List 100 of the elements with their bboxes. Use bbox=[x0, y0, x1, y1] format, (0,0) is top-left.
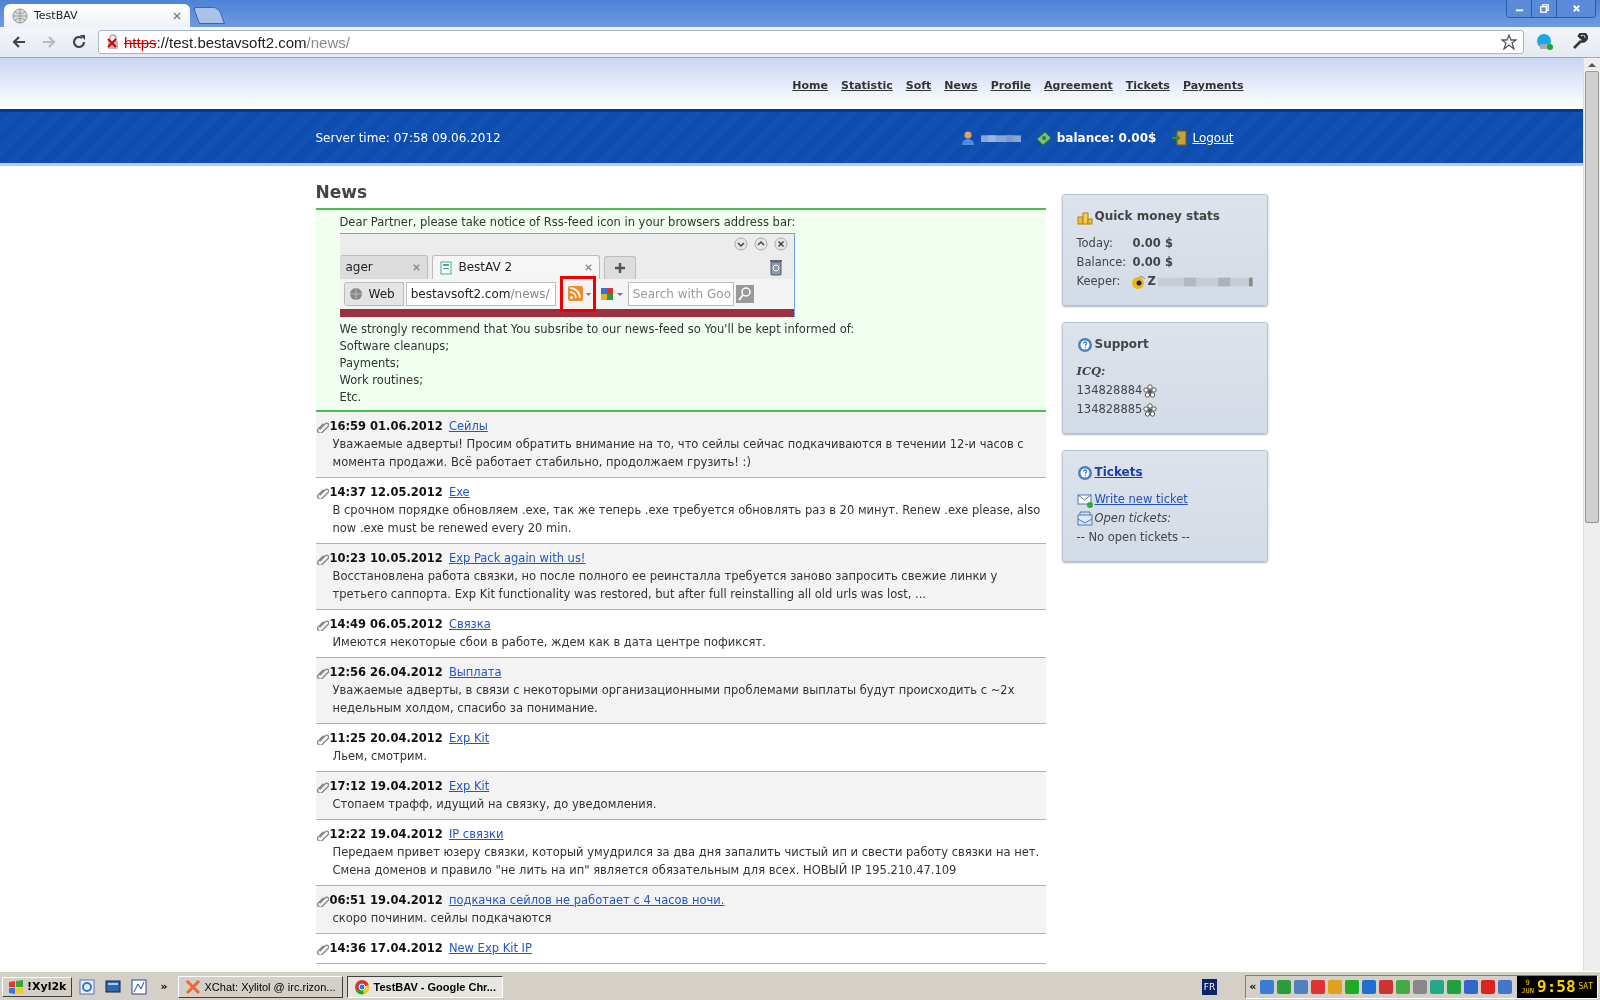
open-tickets-label: Open tickets: bbox=[1094, 510, 1171, 527]
clock-weekday: SAT bbox=[1578, 982, 1593, 991]
news-title-link[interactable]: Выплата bbox=[448, 663, 502, 681]
nav-link[interactable]: Statistic bbox=[840, 79, 893, 92]
paperclip-icon bbox=[315, 419, 329, 433]
close-icon bbox=[411, 263, 421, 272]
paperclip-icon bbox=[315, 731, 329, 745]
news-title-link[interactable]: Exe bbox=[448, 483, 470, 501]
chrome-icon bbox=[353, 978, 370, 995]
write-ticket-link[interactable]: Write new ticket bbox=[1094, 490, 1188, 509]
paperclip-icon bbox=[315, 941, 329, 955]
notice-text: We strongly recommend that You subsribe to our news-feed so You'll be kept informed of: bbox=[339, 321, 856, 338]
news-title-link[interactable]: Exp Kit bbox=[448, 729, 490, 747]
window-control-icon bbox=[753, 237, 768, 251]
panel-title: Support bbox=[1094, 336, 1149, 353]
news-title-link[interactable]: подкачка сейлов не работает с 4 часов ночи. bbox=[448, 891, 725, 909]
star-icon[interactable] bbox=[1501, 34, 1517, 50]
news-text: Передаем привет юзеру связки, который умудрился за два дня запалить чистый ип и свести работу связки на нет. Смена доменов и правило "не лить на ип" является обязательным для всех. НОВЫЙ IP 195.210.47.109 bbox=[331, 844, 1041, 879]
restore-icon bbox=[1538, 3, 1550, 14]
news-date: 06:51 19.04.2012 bbox=[329, 892, 443, 909]
news-text: Уважаемые адверты! Просим обратить внимание на то, что сейлы сейчас подкачиваются в течении 12-и часов с момента продажи. Всё работает стабильно, продолжаем грузить! :) bbox=[331, 436, 1025, 471]
nav-link[interactable]: Payments bbox=[1182, 79, 1244, 92]
x-icon bbox=[184, 978, 201, 995]
scroll-thumb[interactable] bbox=[1585, 71, 1599, 523]
broken-lock-icon bbox=[105, 34, 121, 50]
paperclip-icon bbox=[315, 779, 329, 793]
windows-logo-icon bbox=[8, 978, 24, 995]
language-indicator[interactable]: FR bbox=[1201, 978, 1218, 995]
browser-icon[interactable] bbox=[79, 978, 96, 995]
news-date: 14:36 17.04.2012 bbox=[329, 940, 443, 957]
balance-text: balance: 0.00$ bbox=[1056, 130, 1157, 145]
nav-link[interactable]: Soft bbox=[905, 79, 932, 92]
empty-tickets-text: -- No open tickets -- bbox=[1076, 529, 1191, 546]
notice-text: Work routines; bbox=[339, 372, 424, 389]
paperclip-icon bbox=[315, 551, 329, 565]
restore-button[interactable] bbox=[1531, 0, 1556, 17]
nav-link[interactable]: News bbox=[944, 79, 978, 92]
news-text: Имеются некоторые сбои в работе, ждем как в дата центре пофиксят. bbox=[331, 634, 767, 651]
reload-icon[interactable] bbox=[71, 34, 87, 50]
browser-tab[interactable]: TestBAV bbox=[4, 4, 190, 27]
taskbar-button[interactable]: XChat: Xylitol @ irc.rizon... bbox=[177, 975, 343, 998]
tickets-link[interactable]: Tickets bbox=[1094, 463, 1143, 482]
search-icon bbox=[735, 285, 754, 303]
news-date: 16:59 01.06.2012 bbox=[329, 418, 443, 435]
news-title-link[interactable]: New Exp Kit IP bbox=[448, 939, 532, 957]
news-date: 14:49 06.05.2012 bbox=[329, 616, 443, 633]
close-icon[interactable] bbox=[172, 10, 182, 21]
news-text: скоро починим. сейлы подкачаются bbox=[331, 910, 553, 927]
address-field[interactable]: https://test.bestavsoft2.com/news/ bbox=[98, 30, 1524, 54]
help-icon bbox=[1076, 336, 1093, 353]
nav-link[interactable]: Agreement bbox=[1044, 79, 1113, 92]
new-tab-button[interactable] bbox=[192, 7, 226, 24]
news-date: 10:23 10.05.2012 bbox=[329, 550, 443, 567]
exit-door-icon bbox=[1171, 129, 1188, 146]
desktop-icon[interactable] bbox=[105, 978, 122, 995]
url-field: bestavsoft2.com/news/ bbox=[405, 282, 556, 306]
window-control-icon bbox=[733, 237, 748, 251]
start-button[interactable]: !Xyl2k bbox=[2, 976, 73, 997]
paperclip-icon bbox=[315, 665, 329, 679]
taskbar-button[interactable]: TestBAV - Google Chr... bbox=[346, 975, 503, 998]
paperclip-icon bbox=[315, 893, 329, 907]
notice-text: Dear Partner, please take notice of Rss-feed icon in your browsers address bar: bbox=[339, 214, 797, 231]
stat-value: Z bbox=[1147, 273, 1156, 290]
overflow-chevron[interactable]: » bbox=[160, 980, 168, 993]
news-title-link[interactable]: Exp Kit bbox=[448, 777, 490, 795]
globe-icon bbox=[348, 287, 363, 301]
money-icon bbox=[1035, 129, 1052, 146]
logout-link[interactable]: Logout bbox=[1192, 130, 1234, 145]
news-date: 17:12 19.04.2012 bbox=[329, 778, 443, 795]
news-title-link[interactable]: Связка bbox=[448, 615, 491, 633]
new-mail-icon bbox=[1076, 491, 1093, 508]
stat-label: Balance: bbox=[1076, 254, 1128, 271]
news-text: В срочном порядке обновляем .exe, так же теперь .exe требуется обновлять раз в 20 минут. Renew .exe please, also now .exe must be renewed every 20 min. bbox=[331, 502, 1042, 537]
plus-icon bbox=[613, 262, 626, 274]
back-icon[interactable] bbox=[11, 34, 27, 50]
news-text: Стопаем трафф, идущий на связку, до уведомления. bbox=[331, 796, 658, 813]
nav-link[interactable]: Tickets bbox=[1125, 79, 1170, 92]
paperclip-icon bbox=[315, 617, 329, 631]
page-icon bbox=[438, 260, 453, 275]
news-title-link[interactable]: Exp Pack again with us! bbox=[448, 549, 586, 567]
news-date: 12:56 26.04.2012 bbox=[329, 664, 443, 681]
news-text: Льем, смотрим. bbox=[331, 748, 428, 765]
news-title-link[interactable]: Сейлы bbox=[448, 417, 488, 435]
news-text: Восстановлена работа связки, но после полного ее реинсталла требуется заново запросить свежие линки у третьего саппорта. Exp Kit functionality was restored, but after full reinstalling all old urls was lost, ... bbox=[331, 568, 999, 603]
page-title: News bbox=[315, 182, 369, 202]
close-button[interactable] bbox=[1556, 0, 1595, 17]
scrollbar[interactable] bbox=[1583, 58, 1600, 971]
tray-expand-button[interactable]: « bbox=[1249, 980, 1257, 993]
envelope-icon bbox=[1076, 510, 1093, 527]
nav-link[interactable]: Home bbox=[792, 79, 828, 92]
icq-number: 134828884 bbox=[1076, 382, 1143, 399]
clock-time: 9:58 bbox=[1537, 977, 1576, 996]
trash-icon bbox=[767, 258, 784, 276]
icq-label: ICQ: bbox=[1076, 363, 1107, 380]
stat-value: 0.00 $ bbox=[1132, 235, 1173, 252]
news-date: 14:37 12.05.2012 bbox=[329, 484, 443, 501]
help-icon bbox=[1076, 464, 1093, 481]
chart-window-icon[interactable] bbox=[131, 978, 148, 995]
news-title-link[interactable]: IP связки bbox=[448, 825, 504, 843]
nav-link[interactable]: Profile bbox=[990, 79, 1032, 92]
